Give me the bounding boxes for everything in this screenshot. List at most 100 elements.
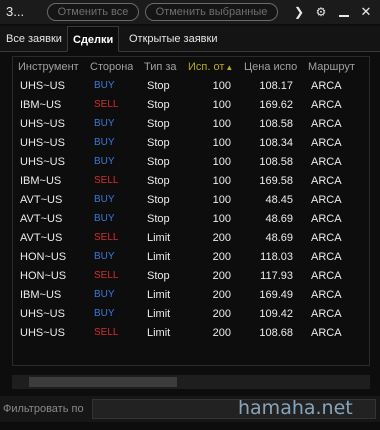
table-row[interactable]: UHS~US BUY Stop 100 108.58 ARCA bbox=[13, 115, 369, 134]
row-order-type: Limit bbox=[147, 289, 171, 301]
row-route: ARCA bbox=[311, 270, 342, 282]
row-instrument: AVT~US bbox=[20, 232, 63, 244]
row-side: BUY bbox=[94, 289, 115, 300]
table-row[interactable]: AVT~US BUY Stop 100 48.69 ARCA bbox=[13, 210, 369, 229]
row-side: BUY bbox=[94, 251, 115, 262]
row-route: ARCA bbox=[311, 80, 342, 92]
row-fill-price: 108.58 bbox=[259, 118, 293, 130]
table-row[interactable]: UHS~US SELL Limit 200 108.68 ARCA bbox=[13, 324, 369, 343]
tab-trades[interactable]: Сделки bbox=[67, 26, 120, 52]
table-row[interactable]: IBM~US SELL Stop 100 169.62 ARCA bbox=[13, 96, 369, 115]
row-filled-qty: 200 bbox=[212, 289, 231, 301]
row-instrument: IBM~US bbox=[20, 99, 62, 111]
table-row[interactable]: HON~US SELL Stop 200 117.93 ARCA bbox=[13, 267, 369, 286]
row-instrument: UHS~US bbox=[20, 156, 65, 168]
row-instrument: UHS~US bbox=[20, 137, 65, 149]
column-header-filled-qty-label: Исп. от bbox=[188, 61, 225, 73]
row-order-type: Limit bbox=[147, 251, 171, 263]
row-filled-qty: 100 bbox=[212, 194, 231, 206]
row-side: BUY bbox=[94, 80, 115, 91]
column-header-fill-price[interactable]: Цена испо bbox=[244, 61, 297, 77]
row-fill-price: 169.58 bbox=[259, 175, 293, 187]
row-instrument: AVT~US bbox=[20, 194, 63, 206]
table-row[interactable]: UHS~US BUY Stop 100 108.34 ARCA bbox=[13, 134, 369, 153]
row-side: SELL bbox=[94, 175, 119, 186]
row-filled-qty: 100 bbox=[212, 118, 231, 130]
row-order-type: Stop bbox=[147, 137, 170, 149]
row-filled-qty: 100 bbox=[212, 137, 231, 149]
row-route: ARCA bbox=[311, 156, 342, 168]
row-fill-price: 108.58 bbox=[259, 156, 293, 168]
row-filled-qty: 100 bbox=[212, 99, 231, 111]
row-instrument: UHS~US bbox=[20, 327, 65, 339]
chevron-right-icon[interactable]: ❯ bbox=[291, 3, 307, 21]
horizontal-scrollbar[interactable] bbox=[12, 375, 370, 389]
row-route: ARCA bbox=[311, 99, 342, 111]
row-instrument: UHS~US bbox=[20, 308, 65, 320]
row-side: BUY bbox=[94, 308, 115, 319]
table-row[interactable]: AVT~US BUY Stop 100 48.45 ARCA bbox=[13, 191, 369, 210]
row-filled-qty: 100 bbox=[212, 175, 231, 187]
row-order-type: Limit bbox=[147, 327, 171, 339]
minimize-icon[interactable] bbox=[336, 3, 352, 21]
title-bar: 3... Отменить все Отменить выбранные ❯ ⚙… bbox=[0, 0, 380, 24]
row-side: SELL bbox=[94, 327, 119, 338]
table-row[interactable]: AVT~US SELL Limit 200 48.69 ARCA bbox=[13, 229, 369, 248]
tab-all-orders[interactable]: Все заявки bbox=[1, 26, 67, 52]
row-route: ARCA bbox=[311, 327, 342, 339]
row-side: BUY bbox=[94, 137, 115, 148]
row-filled-qty: 100 bbox=[212, 80, 231, 92]
row-fill-price: 109.42 bbox=[259, 308, 293, 320]
filter-input[interactable] bbox=[92, 399, 376, 419]
table-row[interactable]: UHS~US BUY Stop 100 108.17 ARCA bbox=[13, 77, 369, 96]
row-fill-price: 48.69 bbox=[265, 213, 293, 225]
table-row[interactable]: IBM~US BUY Limit 200 169.49 ARCA bbox=[13, 286, 369, 305]
tab-open-orders[interactable]: Открытые заявки bbox=[124, 26, 222, 52]
column-header-order-type[interactable]: Тип за bbox=[144, 61, 177, 77]
row-order-type: Stop bbox=[147, 99, 170, 111]
row-instrument: HON~US bbox=[20, 251, 67, 263]
gear-icon[interactable]: ⚙ bbox=[313, 3, 329, 21]
row-route: ARCA bbox=[311, 194, 342, 206]
row-order-type: Limit bbox=[147, 308, 171, 320]
filter-label: Фильтровать по bbox=[3, 403, 84, 415]
row-side: BUY bbox=[94, 156, 115, 167]
column-header-route[interactable]: Маршрут bbox=[308, 61, 355, 77]
row-side: BUY bbox=[94, 213, 115, 224]
cancel-all-button[interactable]: Отменить все bbox=[47, 3, 139, 21]
column-header-side[interactable]: Сторона bbox=[90, 61, 133, 77]
row-order-type: Stop bbox=[147, 194, 170, 206]
row-route: ARCA bbox=[311, 118, 342, 130]
window-title: 3... bbox=[6, 4, 25, 19]
row-filled-qty: 200 bbox=[212, 232, 231, 244]
cancel-selected-button[interactable]: Отменить выбранные bbox=[145, 3, 278, 21]
row-fill-price: 48.69 bbox=[265, 232, 293, 244]
trades-table: Инструмент Сторона Тип за Исп. от▲ Цена … bbox=[12, 56, 370, 366]
column-header-filled-qty[interactable]: Исп. от▲ bbox=[188, 61, 233, 77]
scrollbar-thumb[interactable] bbox=[29, 377, 177, 387]
row-fill-price: 118.03 bbox=[260, 251, 293, 263]
row-order-type: Stop bbox=[147, 118, 170, 130]
row-filled-qty: 100 bbox=[212, 213, 231, 225]
close-icon[interactable]: ✕ bbox=[358, 3, 374, 21]
tab-bar: Все заявки Сделки Открытые заявки bbox=[0, 26, 380, 52]
table-row[interactable]: HON~US BUY Limit 200 118.03 ARCA bbox=[13, 248, 369, 267]
row-order-type: Stop bbox=[147, 156, 170, 168]
sort-ascending-icon: ▲ bbox=[225, 63, 234, 72]
row-fill-price: 108.34 bbox=[259, 137, 293, 149]
table-row[interactable]: UHS~US BUY Limit 200 109.42 ARCA bbox=[13, 305, 369, 324]
row-route: ARCA bbox=[311, 232, 342, 244]
row-route: ARCA bbox=[311, 289, 342, 301]
row-side: SELL bbox=[94, 99, 119, 110]
row-filled-qty: 200 bbox=[212, 327, 231, 339]
row-side: SELL bbox=[94, 232, 119, 243]
row-route: ARCA bbox=[311, 175, 342, 187]
row-route: ARCA bbox=[311, 251, 342, 263]
table-row[interactable]: IBM~US SELL Stop 100 169.58 ARCA bbox=[13, 172, 369, 191]
row-fill-price: 108.68 bbox=[259, 327, 293, 339]
table-row[interactable]: UHS~US BUY Stop 100 108.58 ARCA bbox=[13, 153, 369, 172]
row-order-type: Stop bbox=[147, 80, 170, 92]
column-header-instrument[interactable]: Инструмент bbox=[18, 61, 79, 77]
row-instrument: IBM~US bbox=[20, 289, 62, 301]
row-side: SELL bbox=[94, 270, 119, 281]
